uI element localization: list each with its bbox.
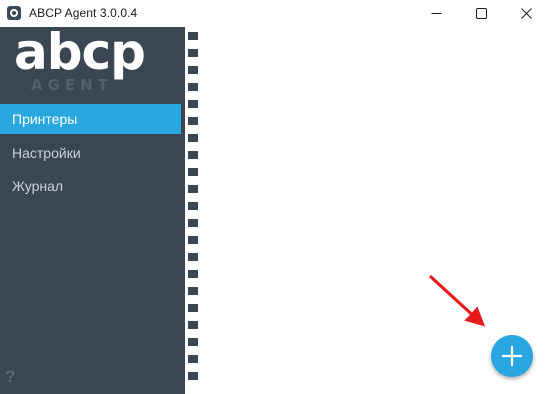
filmstrip-hole: [188, 66, 198, 74]
maximize-icon: [476, 7, 487, 19]
filmstrip-hole: [188, 151, 198, 159]
app-icon: [7, 6, 21, 20]
filmstrip-hole: [188, 134, 198, 142]
filmstrip-hole: [188, 117, 198, 125]
sidebar: abcp AGENT Принтеры Настройки Журнал ?: [0, 27, 181, 394]
filmstrip-hole: [188, 355, 198, 363]
filmstrip-hole: [188, 32, 198, 40]
help-icon[interactable]: ?: [5, 367, 15, 387]
filmstrip-hole: [188, 168, 198, 176]
filmstrip-hole: [188, 321, 198, 329]
filmstrip-divider: [181, 27, 202, 394]
filmstrip-hole: [188, 100, 198, 108]
filmstrip-hole: [188, 236, 198, 244]
add-printer-button[interactable]: [491, 335, 533, 377]
window-title: ABCP Agent 3.0.0.4: [29, 6, 138, 20]
filmstrip-hole: [188, 83, 198, 91]
maximize-button[interactable]: [459, 0, 504, 26]
filmstrip-hole: [188, 202, 198, 210]
filmstrip-hole: [188, 219, 198, 227]
filmstrip-hole: [188, 338, 198, 346]
app-window: ABCP Agent 3.0.0.4 abcp AGENT Принтеры Н…: [0, 0, 549, 394]
filmstrip-hole: [188, 287, 198, 295]
close-icon: [521, 7, 532, 19]
sidebar-item-label: Журнал: [12, 178, 64, 194]
filmstrip-hole: [188, 372, 198, 380]
sidebar-item-journal[interactable]: Журнал: [0, 171, 181, 201]
sidebar-item-label: Настройки: [12, 145, 81, 161]
divider-spine: [181, 27, 185, 394]
close-button[interactable]: [504, 0, 549, 26]
filmstrip-hole: [188, 304, 198, 312]
abcp-logo: abcp AGENT: [14, 27, 166, 97]
filmstrip-hole: [188, 270, 198, 278]
sidebar-item-label: Принтеры: [12, 111, 78, 127]
sidebar-item-settings[interactable]: Настройки: [0, 138, 181, 168]
minimize-icon: [431, 12, 442, 14]
logo-main-text: abcp: [14, 23, 146, 81]
sidebar-item-printers[interactable]: Принтеры: [0, 104, 181, 134]
filmstrip-hole: [188, 253, 198, 261]
filmstrip-hole: [188, 185, 198, 193]
printers-panel: [202, 27, 549, 394]
window-controls: [414, 0, 549, 26]
filmstrip-hole: [188, 49, 198, 57]
minimize-button[interactable]: [414, 0, 459, 26]
plus-icon: [502, 346, 522, 366]
logo-sub-text: AGENT: [31, 76, 113, 94]
